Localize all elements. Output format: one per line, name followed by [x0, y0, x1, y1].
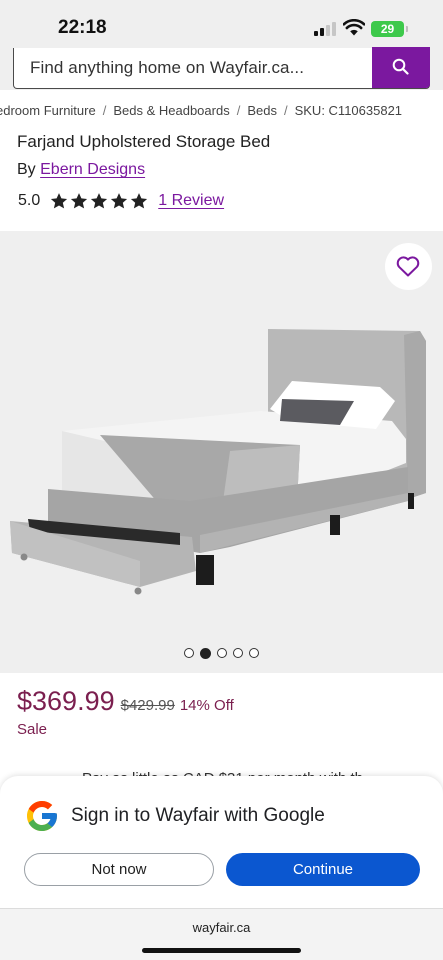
url-label[interactable]: wayfair.ca — [0, 920, 443, 935]
breadcrumb-beds-headboards[interactable]: Beds & Headboards — [113, 103, 229, 118]
search-input[interactable]: Find anything home on Wayfair.ca... — [30, 58, 304, 78]
not-now-button[interactable]: Not now — [24, 853, 214, 886]
rating-value: 5.0 — [18, 192, 41, 209]
product-image[interactable] — [0, 231, 443, 673]
star-rating — [50, 192, 148, 210]
reviews-link[interactable]: 1 Review — [158, 192, 224, 210]
image-dot[interactable] — [249, 648, 259, 658]
search-bar: Find anything home on Wayfair.ca... — [0, 47, 443, 90]
wifi-icon — [343, 19, 365, 36]
continue-button[interactable]: Continue — [226, 853, 420, 886]
battery-level: 29 — [380, 22, 395, 36]
rating-row: 5.0 1 Review — [18, 190, 224, 212]
current-price: $369.99 — [17, 686, 115, 716]
by-label: By — [17, 161, 36, 178]
search-button[interactable] — [372, 47, 430, 88]
breadcrumb-separator: / — [102, 103, 107, 118]
brand-line: By Ebern Designs — [17, 161, 145, 179]
price-row: $369.99 $429.99 14% Off — [17, 686, 234, 717]
brand-link[interactable]: Ebern Designs — [40, 161, 145, 178]
star-icon — [111, 193, 128, 209]
star-icon — [131, 193, 148, 209]
search-icon — [392, 58, 409, 75]
breadcrumb-beds[interactable]: Beds — [247, 103, 277, 118]
original-price: $429.99 — [120, 697, 175, 714]
google-logo-icon — [27, 801, 57, 831]
heart-icon — [396, 256, 420, 277]
star-icon — [91, 193, 108, 209]
breadcrumb-separator: / — [283, 103, 288, 118]
product-title: Farjand Upholstered Storage Bed — [17, 132, 271, 151]
sale-label: Sale — [17, 721, 48, 738]
star-icon — [51, 193, 68, 209]
breadcrumb: edroom Furniture / Beds & Headboards / Beds /… — [0, 103, 443, 118]
image-dot[interactable] — [233, 648, 243, 658]
status-time: 22:18 — [58, 17, 107, 38]
battery-icon: 29 — [371, 21, 408, 37]
discount-label: 14% Off — [179, 697, 234, 714]
cellular-signal-icon — [314, 21, 340, 36]
google-signin-title: Sign in to Wayfair with Google — [71, 805, 325, 826]
image-pagination-dots — [184, 647, 259, 659]
image-dot-active[interactable] — [200, 647, 211, 659]
breadcrumb-bedroom-furniture[interactable]: edroom Furniture — [0, 103, 96, 118]
google-signin-sheet: Sign in to Wayfair with Google Not now C… — [0, 776, 443, 908]
image-dot[interactable] — [217, 648, 227, 658]
favorite-button[interactable] — [385, 243, 432, 290]
image-dot[interactable] — [184, 648, 194, 658]
product-image-gallery[interactable] — [0, 231, 443, 673]
star-icon — [71, 193, 88, 209]
search-field[interactable]: Find anything home on Wayfair.ca... — [13, 47, 430, 89]
breadcrumb-separator: / — [236, 103, 241, 118]
home-indicator[interactable] — [142, 948, 301, 953]
status-bar: 22:18 29 — [0, 0, 443, 48]
breadcrumb-sku: SKU: C110635821 — [294, 103, 403, 118]
browser-address-bar[interactable]: wayfair.ca — [0, 908, 443, 960]
